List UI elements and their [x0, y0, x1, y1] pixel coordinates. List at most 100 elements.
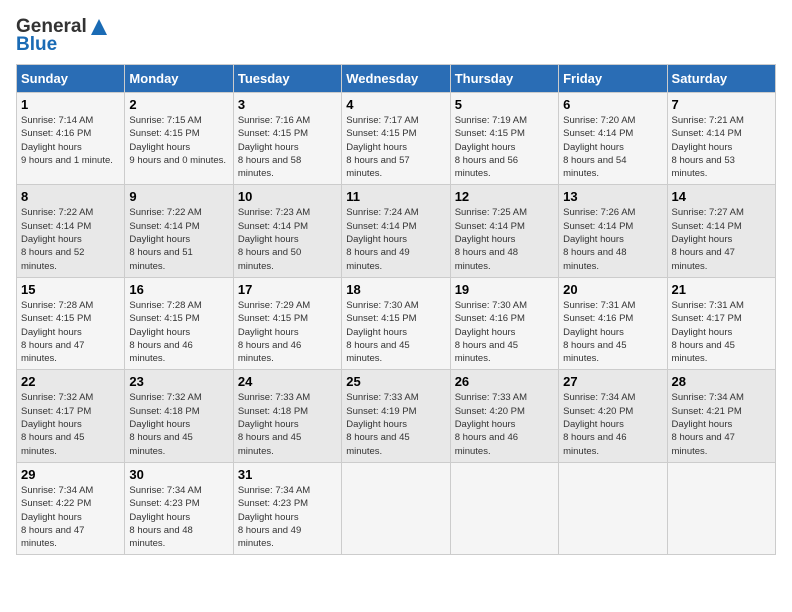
day-cell-24: 24 Sunrise: 7:33 AM Sunset: 4:18 PM Dayl… — [233, 370, 341, 462]
day-info: Sunrise: 7:34 AM Sunset: 4:21 PM Dayligh… — [672, 391, 771, 457]
day-info: Sunrise: 7:34 AM Sunset: 4:20 PM Dayligh… — [563, 391, 662, 457]
day-cell-2: 2 Sunrise: 7:15 AM Sunset: 4:15 PM Dayli… — [125, 93, 233, 185]
day-cell-9: 9 Sunrise: 7:22 AM Sunset: 4:14 PM Dayli… — [125, 185, 233, 277]
empty-day — [667, 462, 775, 554]
day-cell-13: 13 Sunrise: 7:26 AM Sunset: 4:14 PM Dayl… — [559, 185, 667, 277]
calendar-week-5: 29 Sunrise: 7:34 AM Sunset: 4:22 PM Dayl… — [17, 462, 776, 554]
day-cell-29: 29 Sunrise: 7:34 AM Sunset: 4:22 PM Dayl… — [17, 462, 125, 554]
day-number: 7 — [672, 97, 771, 112]
day-info: Sunrise: 7:22 AM Sunset: 4:14 PM Dayligh… — [129, 206, 228, 272]
day-header-friday: Friday — [559, 65, 667, 93]
day-header-sunday: Sunday — [17, 65, 125, 93]
day-number: 9 — [129, 189, 228, 204]
day-number: 28 — [672, 374, 771, 389]
day-info: Sunrise: 7:16 AM Sunset: 4:15 PM Dayligh… — [238, 114, 337, 180]
day-number: 24 — [238, 374, 337, 389]
day-info: Sunrise: 7:28 AM Sunset: 4:15 PM Dayligh… — [129, 299, 228, 365]
day-info: Sunrise: 7:31 AM Sunset: 4:17 PM Dayligh… — [672, 299, 771, 365]
day-number: 18 — [346, 282, 445, 297]
day-number: 22 — [21, 374, 120, 389]
day-number: 2 — [129, 97, 228, 112]
day-cell-14: 14 Sunrise: 7:27 AM Sunset: 4:14 PM Dayl… — [667, 185, 775, 277]
day-number: 1 — [21, 97, 120, 112]
day-info: Sunrise: 7:22 AM Sunset: 4:14 PM Dayligh… — [21, 206, 120, 272]
day-cell-28: 28 Sunrise: 7:34 AM Sunset: 4:21 PM Dayl… — [667, 370, 775, 462]
day-cell-22: 22 Sunrise: 7:32 AM Sunset: 4:17 PM Dayl… — [17, 370, 125, 462]
day-info: Sunrise: 7:33 AM Sunset: 4:20 PM Dayligh… — [455, 391, 554, 457]
day-cell-25: 25 Sunrise: 7:33 AM Sunset: 4:19 PM Dayl… — [342, 370, 450, 462]
day-info: Sunrise: 7:27 AM Sunset: 4:14 PM Dayligh… — [672, 206, 771, 272]
empty-day — [342, 462, 450, 554]
day-info: Sunrise: 7:33 AM Sunset: 4:18 PM Dayligh… — [238, 391, 337, 457]
day-number: 6 — [563, 97, 662, 112]
day-header-saturday: Saturday — [667, 65, 775, 93]
day-cell-3: 3 Sunrise: 7:16 AM Sunset: 4:15 PM Dayli… — [233, 93, 341, 185]
logo: General Blue — [16, 16, 109, 56]
day-cell-18: 18 Sunrise: 7:30 AM Sunset: 4:15 PM Dayl… — [342, 277, 450, 369]
empty-day — [559, 462, 667, 554]
day-number: 31 — [238, 467, 337, 482]
day-info: Sunrise: 7:30 AM Sunset: 4:15 PM Dayligh… — [346, 299, 445, 365]
day-cell-26: 26 Sunrise: 7:33 AM Sunset: 4:20 PM Dayl… — [450, 370, 558, 462]
day-cell-23: 23 Sunrise: 7:32 AM Sunset: 4:18 PM Dayl… — [125, 370, 233, 462]
day-number: 8 — [21, 189, 120, 204]
day-info: Sunrise: 7:19 AM Sunset: 4:15 PM Dayligh… — [455, 114, 554, 180]
day-number: 25 — [346, 374, 445, 389]
day-number: 15 — [21, 282, 120, 297]
day-number: 5 — [455, 97, 554, 112]
day-number: 29 — [21, 467, 120, 482]
day-number: 17 — [238, 282, 337, 297]
day-info: Sunrise: 7:30 AM Sunset: 4:16 PM Dayligh… — [455, 299, 554, 365]
day-cell-11: 11 Sunrise: 7:24 AM Sunset: 4:14 PM Dayl… — [342, 185, 450, 277]
day-number: 12 — [455, 189, 554, 204]
day-info: Sunrise: 7:24 AM Sunset: 4:14 PM Dayligh… — [346, 206, 445, 272]
day-number: 26 — [455, 374, 554, 389]
day-info: Sunrise: 7:14 AM Sunset: 4:16 PM Dayligh… — [21, 114, 120, 167]
day-info: Sunrise: 7:26 AM Sunset: 4:14 PM Dayligh… — [563, 206, 662, 272]
calendar-week-2: 8 Sunrise: 7:22 AM Sunset: 4:14 PM Dayli… — [17, 185, 776, 277]
day-header-monday: Monday — [125, 65, 233, 93]
day-info: Sunrise: 7:29 AM Sunset: 4:15 PM Dayligh… — [238, 299, 337, 365]
day-cell-30: 30 Sunrise: 7:34 AM Sunset: 4:23 PM Dayl… — [125, 462, 233, 554]
day-info: Sunrise: 7:32 AM Sunset: 4:18 PM Dayligh… — [129, 391, 228, 457]
day-number: 10 — [238, 189, 337, 204]
logo-blue-text: Blue — [16, 34, 57, 56]
day-number: 13 — [563, 189, 662, 204]
calendar-table: SundayMondayTuesdayWednesdayThursdayFrid… — [16, 64, 776, 555]
day-number: 20 — [563, 282, 662, 297]
day-cell-31: 31 Sunrise: 7:34 AM Sunset: 4:23 PM Dayl… — [233, 462, 341, 554]
day-cell-12: 12 Sunrise: 7:25 AM Sunset: 4:14 PM Dayl… — [450, 185, 558, 277]
day-cell-20: 20 Sunrise: 7:31 AM Sunset: 4:16 PM Dayl… — [559, 277, 667, 369]
day-info: Sunrise: 7:34 AM Sunset: 4:22 PM Dayligh… — [21, 484, 120, 550]
day-cell-6: 6 Sunrise: 7:20 AM Sunset: 4:14 PM Dayli… — [559, 93, 667, 185]
day-info: Sunrise: 7:25 AM Sunset: 4:14 PM Dayligh… — [455, 206, 554, 272]
day-cell-27: 27 Sunrise: 7:34 AM Sunset: 4:20 PM Dayl… — [559, 370, 667, 462]
day-cell-19: 19 Sunrise: 7:30 AM Sunset: 4:16 PM Dayl… — [450, 277, 558, 369]
day-info: Sunrise: 7:32 AM Sunset: 4:17 PM Dayligh… — [21, 391, 120, 457]
day-cell-4: 4 Sunrise: 7:17 AM Sunset: 4:15 PM Dayli… — [342, 93, 450, 185]
day-number: 30 — [129, 467, 228, 482]
day-info: Sunrise: 7:17 AM Sunset: 4:15 PM Dayligh… — [346, 114, 445, 180]
day-header-wednesday: Wednesday — [342, 65, 450, 93]
day-info: Sunrise: 7:34 AM Sunset: 4:23 PM Dayligh… — [129, 484, 228, 550]
day-cell-17: 17 Sunrise: 7:29 AM Sunset: 4:15 PM Dayl… — [233, 277, 341, 369]
calendar-week-1: 1 Sunrise: 7:14 AM Sunset: 4:16 PM Dayli… — [17, 93, 776, 185]
logo-icon — [89, 17, 109, 37]
day-cell-21: 21 Sunrise: 7:31 AM Sunset: 4:17 PM Dayl… — [667, 277, 775, 369]
day-cell-7: 7 Sunrise: 7:21 AM Sunset: 4:14 PM Dayli… — [667, 93, 775, 185]
day-header-tuesday: Tuesday — [233, 65, 341, 93]
day-cell-10: 10 Sunrise: 7:23 AM Sunset: 4:14 PM Dayl… — [233, 185, 341, 277]
day-number: 4 — [346, 97, 445, 112]
day-number: 16 — [129, 282, 228, 297]
day-cell-1: 1 Sunrise: 7:14 AM Sunset: 4:16 PM Dayli… — [17, 93, 125, 185]
day-number: 11 — [346, 189, 445, 204]
day-number: 23 — [129, 374, 228, 389]
empty-day — [450, 462, 558, 554]
page-header: General Blue — [16, 16, 776, 56]
day-cell-8: 8 Sunrise: 7:22 AM Sunset: 4:14 PM Dayli… — [17, 185, 125, 277]
day-number: 27 — [563, 374, 662, 389]
day-number: 3 — [238, 97, 337, 112]
day-header-thursday: Thursday — [450, 65, 558, 93]
day-info: Sunrise: 7:20 AM Sunset: 4:14 PM Dayligh… — [563, 114, 662, 180]
day-info: Sunrise: 7:15 AM Sunset: 4:15 PM Dayligh… — [129, 114, 228, 167]
